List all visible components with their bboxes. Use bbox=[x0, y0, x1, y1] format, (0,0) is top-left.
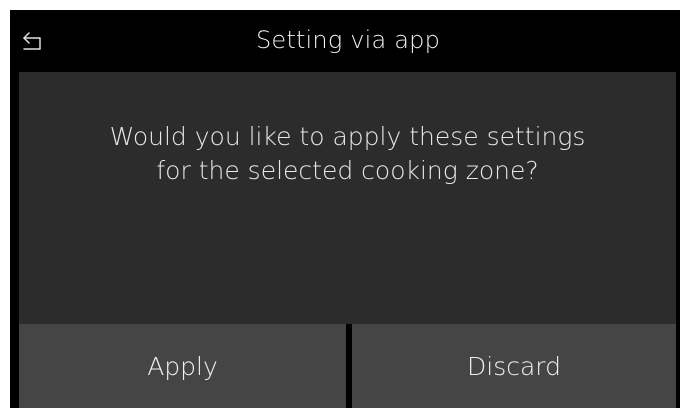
page-title: Setting via app bbox=[255, 26, 441, 54]
appliance-screen: Setting via app Would you like to apply … bbox=[10, 10, 680, 408]
discard-button[interactable]: Discard bbox=[352, 324, 676, 408]
dialog-message: Would you like to apply these settings f… bbox=[19, 120, 676, 188]
dialog-panel: Would you like to apply these settings f… bbox=[19, 72, 676, 324]
dialog-message-line-2: for the selected cooking zone? bbox=[156, 156, 539, 185]
dialog-message-line-1: Would you like to apply these settings bbox=[109, 122, 586, 151]
apply-button[interactable]: Apply bbox=[19, 324, 346, 408]
header: Setting via app bbox=[10, 10, 680, 72]
dialog-actions: Apply Discard bbox=[19, 324, 676, 408]
